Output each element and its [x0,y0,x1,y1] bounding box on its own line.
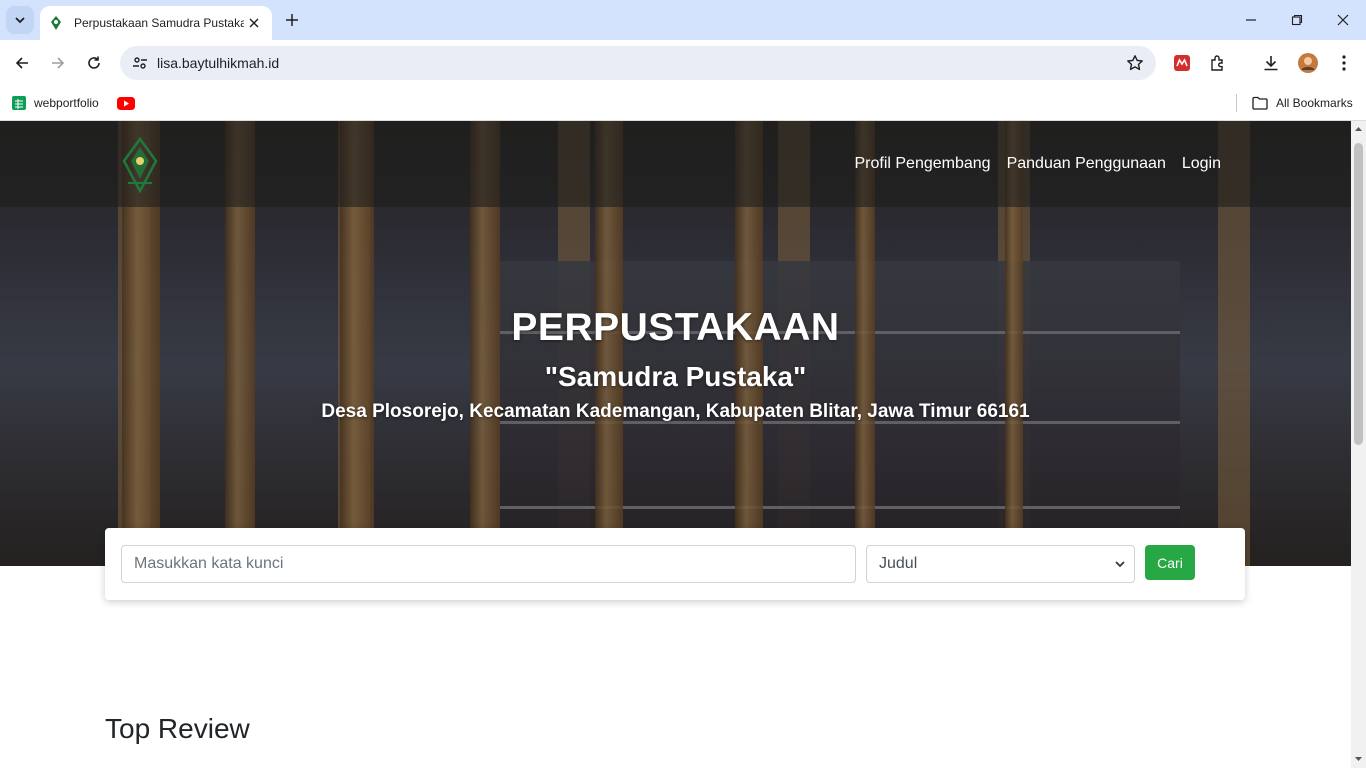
nav-profil-pengembang[interactable]: Profil Pengembang [854,155,990,173]
reload-icon [88,56,100,69]
new-tab-button[interactable] [280,8,304,32]
site-navbar: Profil Pengembang Panduan Penggunaan Log… [0,121,1351,207]
tab-search-button[interactable] [6,6,34,34]
downloads-icon[interactable] [1258,50,1284,76]
plus-icon [286,14,298,26]
search-card: Judul Cari [105,528,1245,600]
tab-strip: Perpustakaan Samudra Pustaka [0,0,1366,40]
scroll-down-icon[interactable] [1354,754,1363,763]
search-button[interactable]: Cari [1145,545,1195,580]
hero-subtitle: "Samudra Pustaka" [544,361,807,392]
restore-icon [1291,14,1303,26]
all-bookmarks-label: All Bookmarks [1276,96,1353,110]
back-button[interactable] [6,47,38,79]
address-bar[interactable]: lisa.baytulhikmah.id [120,46,1156,80]
close-icon [1337,14,1349,26]
chevron-down-icon [15,17,25,24]
nav-menu: Profil Pengembang Panduan Penggunaan Log… [854,155,1221,173]
tab-close-icon[interactable] [244,13,264,33]
bookmark-youtube[interactable] [117,92,135,114]
top-review-heading: Top Review [105,713,250,744]
reload-button[interactable] [78,47,110,79]
arrow-left-icon [15,57,28,69]
bookmarks-divider [1236,94,1237,112]
chevron-down-icon [1115,561,1125,568]
browser-menu-icon[interactable] [1331,50,1357,76]
url-text[interactable]: lisa.baytulhikmah.id [157,55,279,71]
minimize-icon [1246,19,1256,21]
youtube-icon [117,96,135,110]
restore-button[interactable] [1274,0,1320,40]
page-viewport: Profil Pengembang Panduan Penggunaan Log… [0,121,1351,768]
scrollbar-thumb[interactable] [1354,143,1363,445]
extensions-puzzle-icon[interactable] [1205,50,1231,76]
tab-title: Perpustakaan Samudra Pustaka [74,16,244,30]
minimize-button[interactable] [1228,0,1274,40]
site-favicon-icon [51,16,61,30]
site-settings-icon[interactable] [128,51,152,75]
hero-title: PERPUSTAKAAN [511,306,840,349]
profile-avatar[interactable] [1295,50,1321,76]
arrow-right-icon [52,57,65,69]
nav-panduan-penggunaan[interactable]: Panduan Penggunaan [1007,155,1166,173]
page-scrollbar[interactable] [1351,121,1366,768]
all-bookmarks-button[interactable]: All Bookmarks [1252,92,1353,114]
bookmarks-bar: webportfolio All Bookmarks [0,86,1366,121]
bookmark-label: webportfolio [34,96,99,110]
extension-mendeley-icon[interactable] [1169,50,1195,76]
active-tab[interactable]: Perpustakaan Samudra Pustaka [40,6,272,40]
forward-button[interactable] [42,47,74,79]
search-field-select[interactable]: Judul [866,545,1135,583]
hero-address: Desa Plosorejo, Kecamatan Kademangan, Ka… [321,401,1030,422]
sheets-icon [12,96,26,110]
selected-option: Judul [879,555,918,572]
close-window-button[interactable] [1320,0,1366,40]
library-logo[interactable] [118,137,162,193]
nav-login[interactable]: Login [1182,155,1221,173]
scroll-up-icon[interactable] [1354,125,1363,134]
bookmark-star-icon[interactable] [1124,52,1146,74]
folder-icon [1252,96,1268,110]
browser-toolbar: lisa.baytulhikmah.id [0,40,1366,86]
bookmark-webportfolio[interactable]: webportfolio [11,92,99,114]
keyword-search-input[interactable] [121,545,856,583]
